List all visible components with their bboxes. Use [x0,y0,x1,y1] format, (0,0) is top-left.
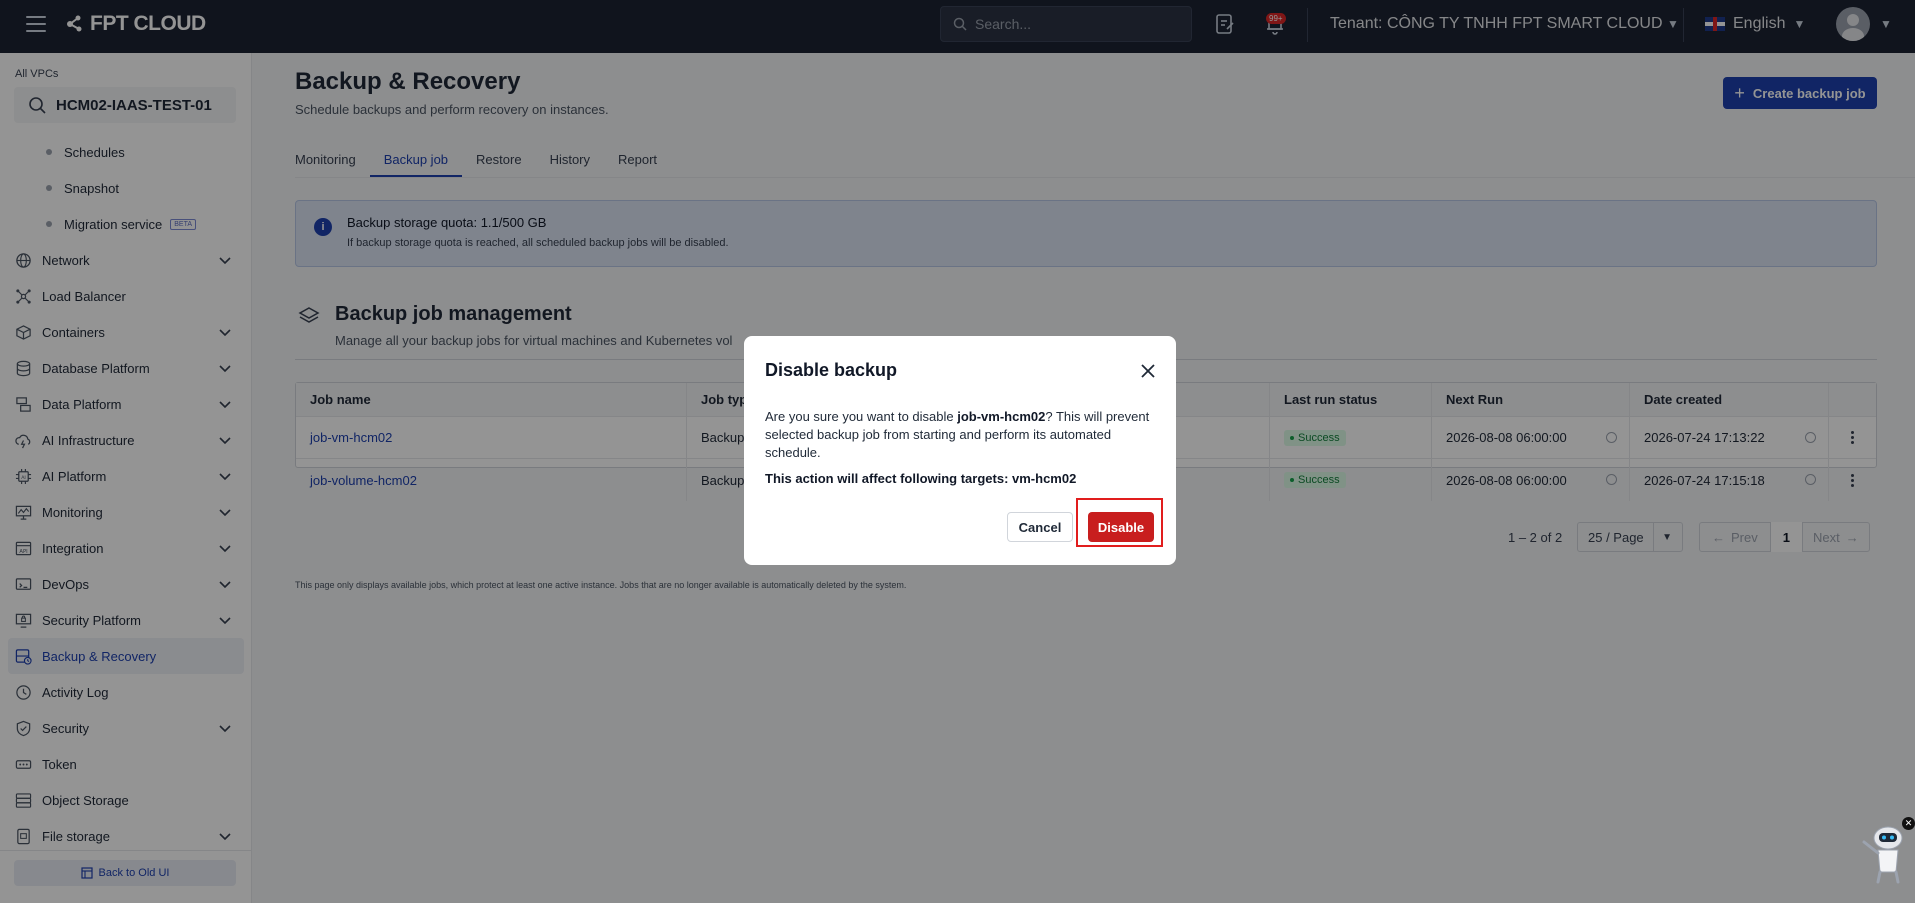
cancel-button[interactable]: Cancel [1007,512,1073,542]
chatbot-robot-icon[interactable] [1858,820,1910,884]
dialog-title: Disable backup [765,360,898,380]
dialog-affected-targets: This action will affect following target… [765,471,1077,486]
dialog-message: Are you sure you want to disable job-vm-… [765,408,1155,462]
disable-button-highlight [1076,498,1163,547]
dialog-message-pre: Are you sure you want to disable [765,409,958,424]
dialog-job-name: job-vm-hcm02 [957,409,1046,424]
close-icon[interactable] [1140,363,1156,379]
